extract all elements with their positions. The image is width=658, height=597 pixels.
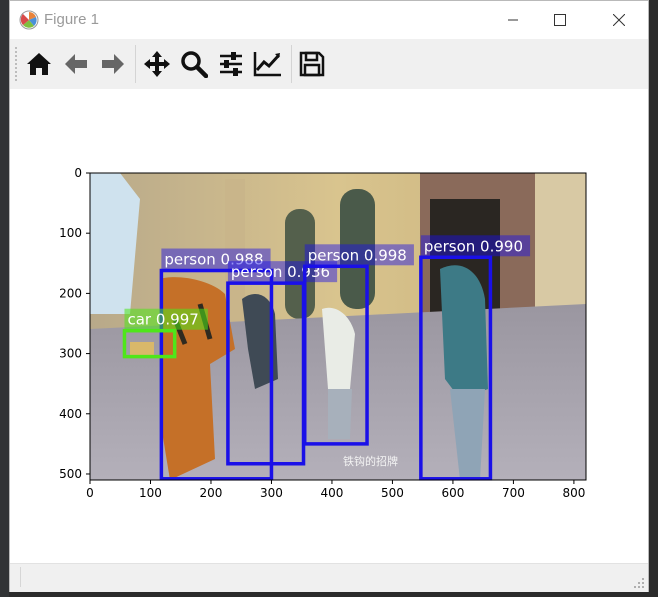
maximize-icon [554, 14, 566, 26]
minimize-icon [508, 19, 518, 21]
close-icon [613, 14, 625, 26]
status-message [20, 567, 631, 587]
y-tick-label: 400 [59, 407, 82, 421]
y-axis: 0 100 200 300 400 500 [59, 166, 90, 481]
matplotlib-logo-icon [19, 10, 39, 30]
close-button[interactable] [596, 1, 642, 39]
zoom-button[interactable] [178, 48, 210, 80]
x-axis: 0 100 200 300 400 500 600 700 800 [86, 480, 585, 500]
figure-window: Figure 1 铁钩的招牌 person 0.988 person 0.936… [9, 0, 649, 592]
maximize-button[interactable] [537, 1, 583, 39]
detection-label: person 0.998 [308, 246, 407, 264]
image-caption: 铁钩的招牌 [343, 454, 398, 468]
magnifier-icon [181, 51, 208, 78]
title-bar: Figure 1 [10, 1, 648, 39]
move-arrows-icon [144, 51, 170, 77]
window-title: Figure 1 [44, 11, 100, 28]
detection-label: car 0.997 [127, 311, 198, 329]
floppy-disk-icon [299, 51, 325, 77]
toolbar-separator [135, 45, 136, 83]
save-button[interactable] [296, 48, 328, 80]
figure-canvas[interactable]: 铁钩的招牌 person 0.988 person 0.936 person 0.9… [10, 89, 648, 563]
x-tick-label: 500 [381, 486, 404, 500]
x-tick-label: 800 [562, 486, 585, 500]
subplots-button[interactable] [215, 48, 247, 80]
toolbar-separator [291, 45, 292, 83]
y-tick-label: 500 [59, 467, 82, 481]
x-tick-label: 700 [502, 486, 525, 500]
navigation-toolbar [10, 39, 648, 90]
home-icon [27, 53, 51, 75]
forward-button[interactable] [97, 48, 129, 80]
background-editor [0, 0, 9, 597]
sliders-icon [220, 52, 242, 76]
x-tick-label: 200 [200, 486, 223, 500]
y-tick-label: 100 [59, 226, 82, 240]
y-tick-label: 0 [74, 166, 82, 180]
detection-label: person 0.990 [424, 237, 523, 255]
home-button[interactable] [23, 48, 55, 80]
y-tick-label: 200 [59, 286, 82, 300]
y-tick-label: 300 [59, 347, 82, 361]
figure-svg: 铁钩的招牌 person 0.988person 0.936person 0.9… [59, 166, 587, 500]
pan-button[interactable] [141, 48, 173, 80]
x-tick-label: 0 [86, 486, 94, 500]
x-tick-label: 600 [441, 486, 464, 500]
x-tick-label: 100 [139, 486, 162, 500]
toolbar-grip[interactable] [15, 47, 20, 81]
resize-grip-icon[interactable] [633, 577, 645, 589]
arrow-left-icon [65, 54, 87, 74]
line-chart-icon [253, 52, 281, 77]
arrow-right-icon [102, 54, 124, 74]
x-tick-label: 300 [260, 486, 283, 500]
edit-axes-button[interactable] [252, 48, 284, 80]
status-bar [10, 563, 648, 592]
back-button[interactable] [60, 48, 92, 80]
minimize-button[interactable] [490, 1, 536, 39]
x-tick-label: 400 [320, 486, 343, 500]
